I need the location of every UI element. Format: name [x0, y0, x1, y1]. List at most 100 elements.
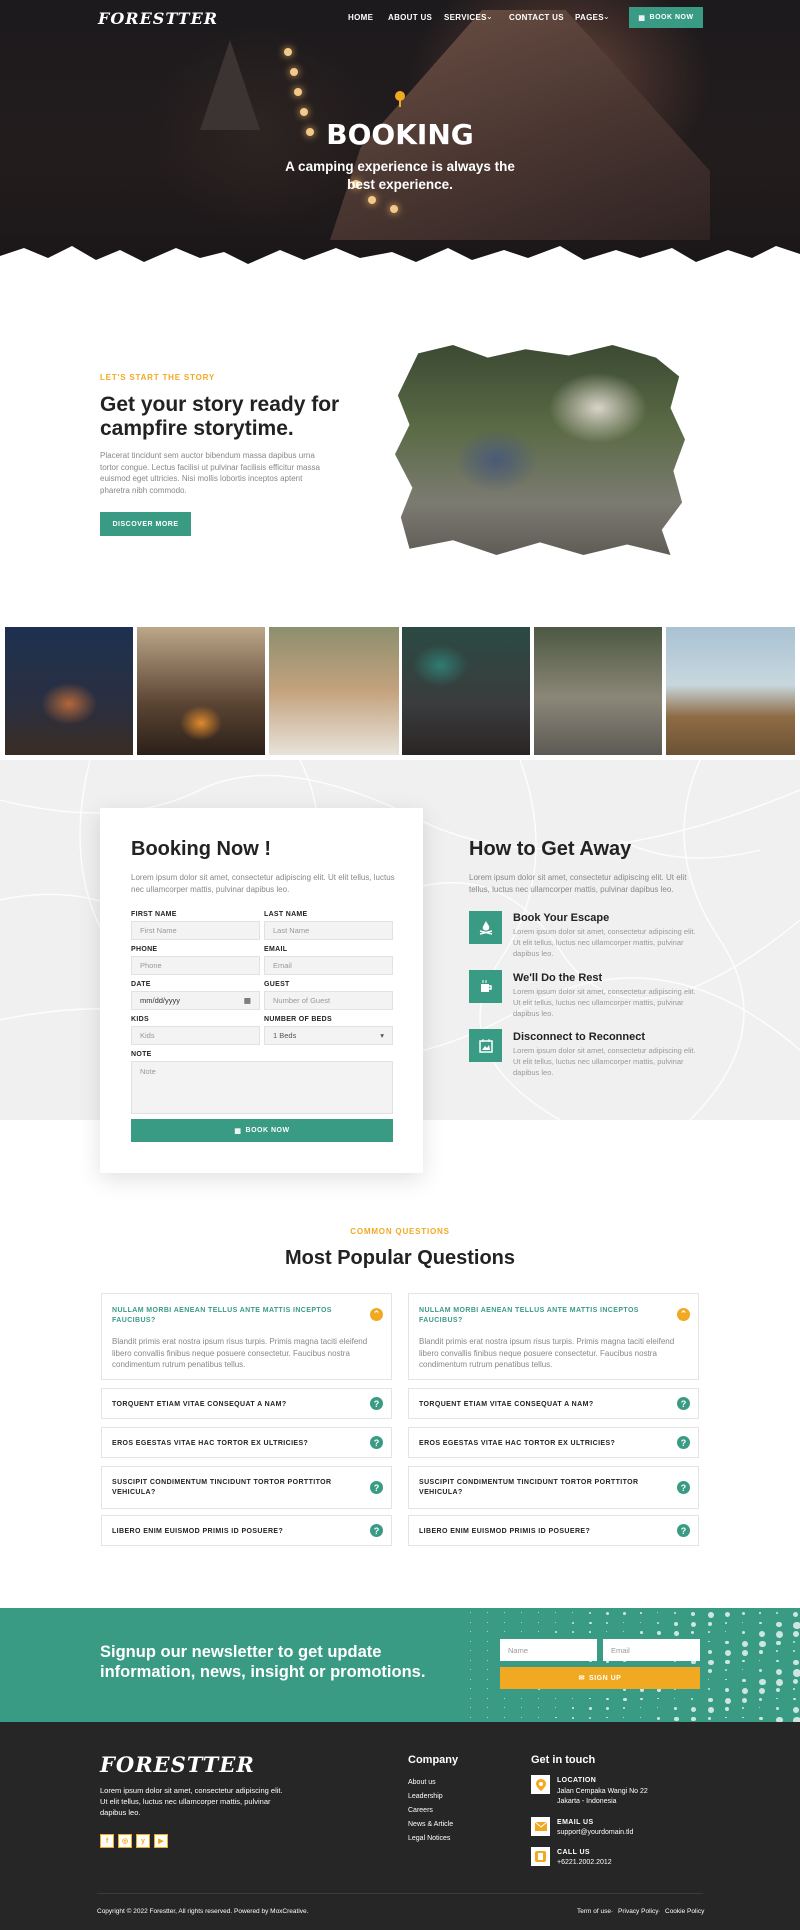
faq-question: LIBERO ENIM EUISMOD PRIMIS ID POSUERE? — [112, 1528, 284, 1535]
discover-more-button[interactable]: DISCOVER MORE — [100, 512, 191, 536]
footer-link-legal[interactable]: Legal Notices — [408, 1835, 450, 1842]
decorative-dot — [708, 1650, 713, 1655]
decorative-dot — [708, 1688, 710, 1690]
decorative-dot — [470, 1612, 471, 1613]
twitter-icon[interactable]: y — [136, 1834, 150, 1848]
newsletter-email-input[interactable]: Email — [603, 1639, 700, 1661]
faq-item[interactable]: SUSCIPIT CONDIMENTUM TINCIDUNT TORTOR PO… — [408, 1466, 699, 1509]
decorative-dot — [725, 1669, 727, 1671]
feature-title: Disconnect to Reconnect — [513, 1031, 646, 1043]
decorative-dot — [470, 1697, 471, 1699]
decorative-dot — [606, 1631, 607, 1632]
decorative-dot — [623, 1707, 626, 1710]
site-logo[interactable]: FORESTTER — [98, 9, 218, 28]
nav-book-now-button[interactable]: ▦ BOOK NOW — [629, 7, 703, 28]
nav-contact-us[interactable]: CONTACT US — [509, 13, 564, 22]
date-label: DATE — [131, 981, 151, 988]
call-value[interactable]: +6221.2002.2012 — [557, 1859, 612, 1866]
instagram-icon[interactable]: ◎ — [118, 1834, 132, 1848]
faq-question: LIBERO ENIM EUISMOD PRIMIS ID POSUERE? — [419, 1528, 591, 1535]
faq-item[interactable]: TORQUENT ETIAM VITAE CONSEQUAT A NAM? ? — [408, 1388, 699, 1419]
beds-select[interactable]: 1 Beds ▾ — [264, 1026, 393, 1045]
date-field[interactable]: mm/dd/yyyy ▦ — [131, 991, 260, 1010]
footer-logo[interactable]: FORESTTER — [100, 1752, 255, 1777]
decorative-dot — [572, 1716, 575, 1719]
story-heading: Get your story ready for campfire storyt… — [100, 393, 340, 440]
nav-about-us[interactable]: ABOUT US — [388, 13, 432, 22]
decorative-dot — [555, 1612, 556, 1613]
first-name-field[interactable]: First Name — [131, 921, 260, 940]
decorative-dot — [657, 1707, 659, 1709]
newsletter-name-input[interactable]: Name — [500, 1639, 597, 1661]
decorative-dot — [487, 1659, 488, 1661]
decorative-dot — [572, 1707, 574, 1709]
gallery-image-camper[interactable] — [534, 627, 662, 755]
gallery-image-porch[interactable] — [666, 627, 795, 755]
decorative-dot — [487, 1707, 488, 1708]
beds-label: NUMBER OF BEDS — [264, 1016, 332, 1023]
guest-field[interactable]: Number of Guest — [264, 991, 393, 1010]
decorative-dot — [606, 1621, 609, 1624]
location-pin-icon — [531, 1775, 550, 1794]
decorative-dot — [759, 1697, 763, 1701]
decorative-dot — [572, 1621, 575, 1624]
footer-link-terms[interactable]: Term of use — [577, 1908, 611, 1915]
decorative-dot — [470, 1659, 471, 1661]
story-eyebrow: LET'S START THE STORY — [100, 373, 216, 382]
decorative-dot — [691, 1707, 696, 1712]
email-field[interactable]: Email — [264, 956, 393, 975]
decorative-dot — [589, 1612, 592, 1615]
facebook-icon[interactable]: f — [100, 1834, 114, 1848]
youtube-icon[interactable]: ▶ — [154, 1834, 168, 1848]
decorative-dot — [759, 1707, 761, 1709]
feature-text: Lorem ipsum dolor sit amet, consectetur … — [513, 987, 696, 1018]
nav-home[interactable]: HOME — [348, 13, 373, 22]
faq-item[interactable]: LIBERO ENIM EUISMOD PRIMIS ID POSUERE? ? — [408, 1515, 699, 1546]
nav-services[interactable]: SERVICES — [444, 13, 487, 22]
decorative-dot — [504, 1707, 505, 1708]
faq-item[interactable]: EROS EGESTAS VITAE HAC TORTOR EX ULTRICI… — [101, 1427, 392, 1458]
footer-link-leadership[interactable]: Leadership — [408, 1793, 443, 1800]
faq-item[interactable]: TORQUENT ETIAM VITAE CONSEQUAT A NAM? ? — [101, 1388, 392, 1419]
decorative-dot — [470, 1716, 471, 1718]
decorative-dot — [623, 1621, 625, 1623]
note-label: NOTE — [131, 1051, 152, 1058]
kids-field[interactable]: Kids — [131, 1026, 260, 1045]
footer-link-privacy[interactable]: Privacy Policy — [618, 1908, 658, 1915]
email-value[interactable]: support@yourdomain.tld — [557, 1829, 633, 1836]
decorative-dot — [470, 1688, 471, 1689]
email-label: EMAIL US — [557, 1819, 594, 1826]
decorative-dot — [674, 1716, 679, 1722]
faq-item-open[interactable]: NULLAM MORBI AENEAN TELLUS ANTE MATTIS I… — [408, 1293, 699, 1380]
gallery-image-guitar[interactable] — [402, 627, 530, 755]
note-textarea[interactable]: Note — [131, 1061, 393, 1114]
footer-link-about[interactable]: About us — [408, 1779, 436, 1786]
last-name-field[interactable]: Last Name — [264, 921, 393, 940]
faq-item-open[interactable]: NULLAM MORBI AENEAN TELLUS ANTE MATTIS I… — [101, 1293, 392, 1380]
footer-link-news[interactable]: News & Article — [408, 1821, 453, 1828]
faq-item[interactable]: LIBERO ENIM EUISMOD PRIMIS ID POSUERE? ? — [101, 1515, 392, 1546]
decorative-dot — [504, 1697, 505, 1699]
decorative-dot — [759, 1659, 761, 1661]
sign-up-button[interactable]: ✉ SIGN UP — [500, 1667, 700, 1689]
decorative-dot — [572, 1631, 575, 1634]
gallery-image-tent[interactable] — [5, 627, 133, 755]
decorative-dot — [606, 1716, 608, 1719]
faq-item[interactable]: SUSCIPIT CONDIMENTUM TINCIDUNT TORTOR PO… — [101, 1466, 392, 1509]
book-now-submit-button[interactable]: ▦ BOOK NOW — [131, 1119, 393, 1142]
decorative-dot — [657, 1621, 660, 1624]
phone-field[interactable]: Phone — [131, 956, 260, 975]
faq-item[interactable]: EROS EGESTAS VITAE HAC TORTOR EX ULTRICI… — [408, 1427, 699, 1458]
chevron-up-icon[interactable]: ⌃ — [370, 1308, 383, 1321]
nav-pages[interactable]: PAGES — [575, 13, 604, 22]
gallery-image-campfire[interactable] — [137, 627, 265, 755]
decorative-dot — [538, 1697, 539, 1699]
calendar-icon[interactable]: ▦ — [244, 996, 251, 1005]
footer-link-careers[interactable]: Careers — [408, 1807, 433, 1814]
chevron-up-icon[interactable]: ⌃ — [677, 1308, 690, 1321]
faq-title: Most Popular Questions — [284, 1247, 516, 1269]
footer-link-cookie[interactable]: Cookie Policy — [665, 1908, 704, 1915]
gallery-image-friends[interactable] — [269, 627, 399, 755]
decorative-dot — [742, 1631, 746, 1635]
decorative-dot — [725, 1612, 731, 1618]
